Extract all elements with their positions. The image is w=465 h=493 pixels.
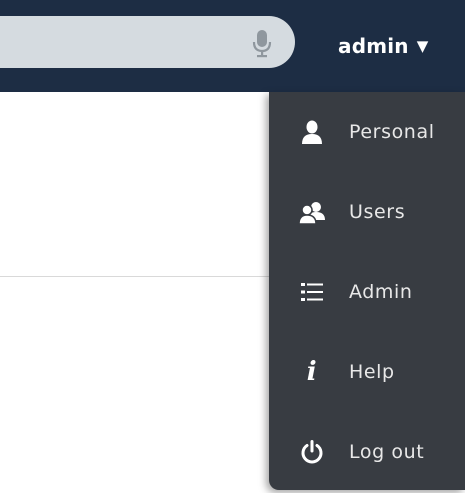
top-header-bar: admin ▼ (0, 0, 465, 92)
users-icon (297, 197, 327, 227)
info-glyph: i (306, 357, 318, 387)
user-dropdown-menu: Personal Users Admin i Help Log out (269, 92, 465, 490)
menu-item-label: Admin (349, 281, 413, 303)
user-menu-toggle[interactable]: admin ▼ (320, 0, 465, 92)
caret-down-icon: ▼ (416, 36, 429, 55)
username-label: admin (338, 34, 409, 58)
menu-item-users[interactable]: Users (269, 172, 465, 252)
menu-item-personal[interactable]: Personal (269, 92, 465, 172)
menu-item-help[interactable]: i Help (269, 332, 465, 412)
person-icon (297, 117, 327, 147)
menu-item-log-out[interactable]: Log out (269, 412, 465, 492)
list-icon (297, 277, 327, 307)
content-divider (0, 276, 270, 277)
menu-item-admin[interactable]: Admin (269, 252, 465, 332)
power-icon (297, 437, 327, 467)
microphone-icon[interactable] (248, 28, 276, 58)
menu-item-label: Users (349, 201, 406, 223)
menu-item-label: Personal (349, 121, 435, 143)
menu-item-label: Help (349, 361, 395, 383)
menu-item-label: Log out (349, 441, 425, 463)
info-icon: i (297, 357, 327, 387)
search-field[interactable] (0, 16, 295, 68)
